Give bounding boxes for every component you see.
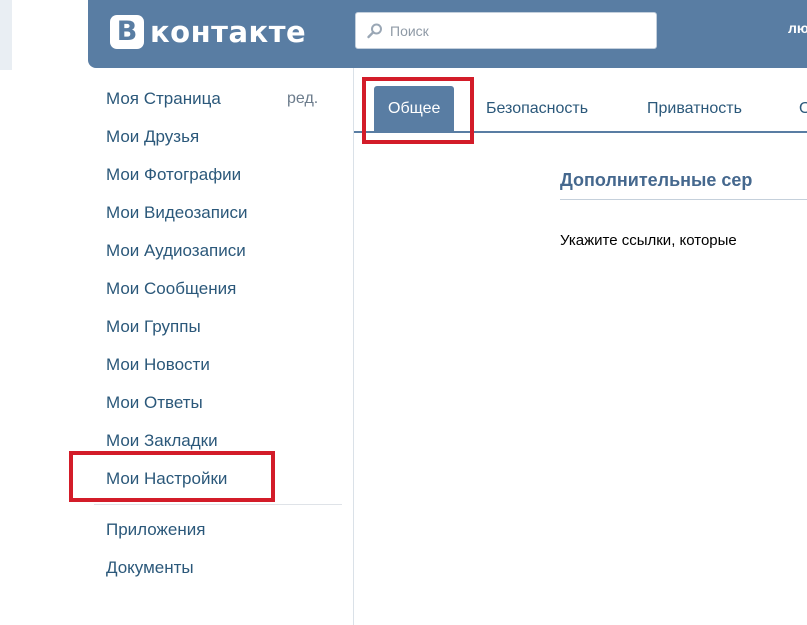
left-sidebar: Моя Страница ред. Мои Друзья Мои Фотогра… <box>94 82 344 589</box>
sidebar-item-groups[interactable]: Мои Группы <box>94 310 344 348</box>
sidebar-item-apps[interactable]: Приложения <box>94 513 344 551</box>
tab-security[interactable]: Безопасность <box>486 86 588 131</box>
sidebar-item-label: Мои Друзья <box>106 127 200 146</box>
tabs-underline <box>354 131 807 133</box>
sidebar-item-label: Приложения <box>106 520 206 539</box>
sidebar-item-documents[interactable]: Документы <box>94 551 344 589</box>
sidebar-item-label: Мои Новости <box>106 355 210 374</box>
header-link[interactable]: лю <box>788 20 807 36</box>
sidebar-item-label: Моя Страница <box>106 89 221 108</box>
sidebar-item-photos[interactable]: Мои Фотографии <box>94 158 344 196</box>
sidebar-item-friends[interactable]: Мои Друзья <box>94 120 344 158</box>
sidebar-item-news[interactable]: Мои Новости <box>94 348 344 386</box>
sidebar-item-label: Документы <box>106 558 194 577</box>
settings-tabs: Общее Безопасность Приватность О <box>354 86 807 131</box>
logo-icon: В <box>110 15 144 49</box>
tab-privacy[interactable]: Приватность <box>647 86 742 131</box>
search-box[interactable] <box>355 12 657 49</box>
sidebar-item-videos[interactable]: Мои Видеозаписи <box>94 196 344 234</box>
vk-logo[interactable]: В контакте <box>110 14 306 50</box>
search-icon <box>367 23 382 38</box>
top-header: В контакте лю <box>88 0 807 68</box>
sidebar-item-label: Мои Видеозаписи <box>106 203 248 222</box>
search-input[interactable] <box>388 21 652 40</box>
section-title: Дополнительные сер <box>560 170 753 190</box>
edit-link[interactable]: ред. <box>287 82 318 116</box>
sidebar-item-label: Мои Группы <box>106 317 201 336</box>
section-divider <box>560 199 807 200</box>
sidebar-item-answers[interactable]: Мои Ответы <box>94 386 344 424</box>
sidebar-item-label: Мои Фотографии <box>106 165 242 184</box>
tab-general[interactable]: Общее <box>374 86 455 131</box>
content-left-border <box>353 68 354 625</box>
sidebar-divider <box>94 504 342 505</box>
sidebar-item-label: Мои Ответы <box>106 393 203 412</box>
sidebar-item-my-page[interactable]: Моя Страница ред. <box>94 82 344 120</box>
sidebar-item-label: Мои Сообщения <box>106 279 237 298</box>
sidebar-item-bookmarks[interactable]: Мои Закладки <box>94 424 344 462</box>
sidebar-item-audio[interactable]: Мои Аудиозаписи <box>94 234 344 272</box>
sidebar-item-label: Мои Настройки <box>106 469 228 488</box>
section-description: Укажите ссылки, которые <box>560 232 737 249</box>
left-margin <box>0 0 12 70</box>
sidebar-item-settings[interactable]: Мои Настройки <box>94 462 344 500</box>
sidebar-item-label: Мои Закладки <box>106 431 218 450</box>
sidebar-item-label: Мои Аудиозаписи <box>106 241 246 260</box>
logo-text: контакте <box>150 15 307 49</box>
sidebar-item-messages[interactable]: Мои Сообщения <box>94 272 344 310</box>
tab-next[interactable]: О <box>799 86 807 131</box>
